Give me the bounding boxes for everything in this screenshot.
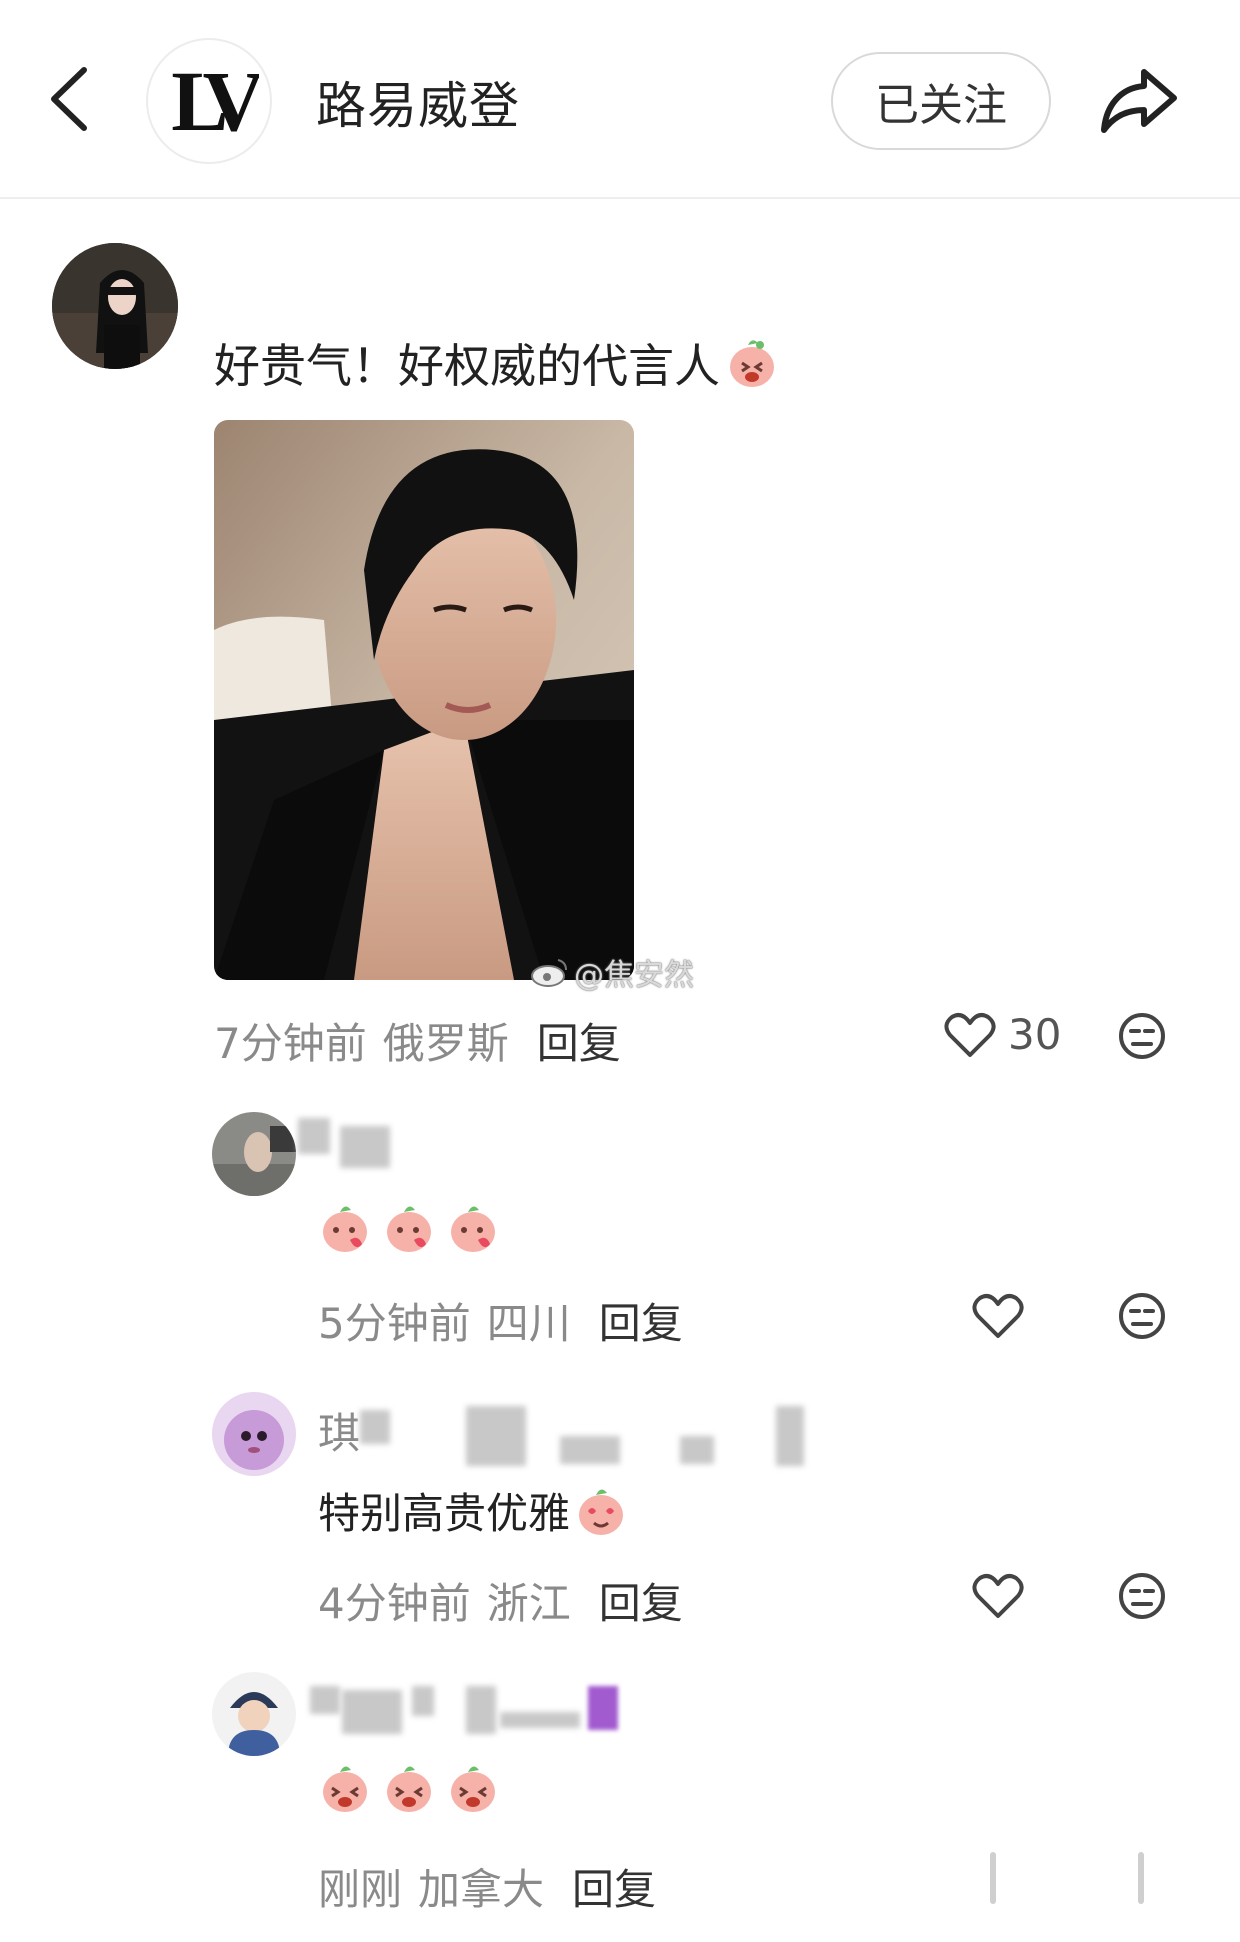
reply-meta: 5分钟前 四川 回复: [318, 1290, 683, 1351]
chevron-left-icon: [51, 67, 87, 131]
reply-time: 5分钟前: [318, 1299, 471, 1348]
dislike-button-partial[interactable]: [1138, 1852, 1144, 1904]
username-blurred: [560, 1436, 620, 1464]
reply-meta: 刚刚 加拿大 回复: [318, 1856, 656, 1917]
comment-location: 俄罗斯: [382, 1019, 509, 1068]
reply-avatar-photo: [212, 1392, 296, 1476]
commenter-photo: [52, 243, 178, 369]
reply-button[interactable]: 回复: [599, 1290, 683, 1351]
dislike-button[interactable]: [1118, 1572, 1166, 1624]
reply-location: 四川: [486, 1299, 571, 1348]
reply-avatar[interactable]: [212, 1112, 296, 1196]
like-count: 30: [1008, 1010, 1062, 1059]
dislike-button[interactable]: [1118, 1012, 1166, 1064]
image-watermark: @焦安然: [530, 950, 694, 994]
peach-blush-emoji-icon: [387, 1206, 431, 1252]
username-blurred: [342, 1690, 402, 1734]
comment-text: 好贵气！好权威的代言人: [214, 330, 780, 396]
reply-time: 4分钟前: [318, 1579, 471, 1628]
reply-text: 特别高贵优雅: [318, 1480, 628, 1541]
reply-username: 琪: [318, 1409, 361, 1458]
username-blurred: [500, 1712, 580, 1728]
emoji-reply: [318, 1760, 500, 1816]
reply-avatar[interactable]: [212, 1392, 296, 1476]
username-blurred: [340, 1126, 390, 1168]
like-button[interactable]: [972, 1292, 1024, 1344]
username-blurred: [776, 1406, 804, 1466]
brand-avatar[interactable]: LV: [146, 38, 272, 164]
comment-time: 7分钟前: [214, 1019, 367, 1068]
watermark-text: @焦安然: [574, 958, 694, 993]
weibo-icon: [531, 959, 567, 987]
peach-heart-eyes-emoji-icon: [579, 1488, 624, 1535]
username-badge-blurred: [588, 1686, 618, 1730]
username-blurred: [680, 1436, 714, 1464]
heart-icon: [972, 1574, 1024, 1618]
username-blurred: [360, 1410, 390, 1444]
follow-button[interactable]: 已关注: [831, 52, 1051, 150]
back-button[interactable]: [40, 64, 100, 134]
share-button[interactable]: [1098, 64, 1180, 136]
username-blurred: [298, 1118, 330, 1154]
reply-avatar[interactable]: [212, 1672, 296, 1756]
heart-icon: [944, 1012, 996, 1057]
reply-meta: 4分钟前 浙江 回复: [318, 1570, 683, 1631]
meh-face-icon: [1119, 1013, 1165, 1059]
commenter-avatar[interactable]: [52, 243, 178, 369]
username-blurred: [310, 1686, 340, 1714]
portrait-photo: [214, 420, 634, 980]
meh-face-icon: [1119, 1573, 1165, 1619]
logo-lettering: LV: [171, 56, 259, 146]
peach-squint-emoji-icon: [451, 1766, 495, 1812]
lv-logo-icon: LV: [171, 56, 259, 146]
peach-squint-emoji-icon: [323, 1766, 367, 1812]
peach-blush-emoji-icon: [451, 1206, 495, 1252]
username-blurred: [412, 1686, 434, 1716]
heart-icon: [972, 1294, 1024, 1338]
reply-location: 加拿大: [418, 1865, 545, 1914]
reply-button[interactable]: 回复: [537, 1010, 621, 1071]
page-title: 路易威登: [316, 77, 520, 135]
peach-emoji-icon: [730, 340, 774, 387]
dislike-button[interactable]: [1118, 1292, 1166, 1344]
reply-time: 刚刚: [318, 1865, 403, 1914]
reply-avatar-photo: [212, 1112, 296, 1196]
username-blurred: [466, 1686, 496, 1734]
peach-squint-emoji-icon: [387, 1766, 431, 1812]
emoji-reply: [318, 1200, 500, 1256]
meh-face-icon: [1119, 1293, 1165, 1339]
peach-blush-emoji-icon: [323, 1206, 367, 1252]
comment-image[interactable]: [214, 420, 634, 980]
reply-location: 浙江: [486, 1579, 571, 1628]
like-button[interactable]: 30: [944, 1010, 1061, 1059]
comment-body: 好贵气！好权威的代言人: [214, 339, 720, 393]
username-blurred: [466, 1406, 526, 1466]
reply-button[interactable]: 回复: [599, 1570, 683, 1631]
share-arrow-icon: [1101, 69, 1177, 133]
top-bar: LV 路易威登 已关注: [0, 0, 1240, 199]
reply-button[interactable]: 回复: [572, 1856, 656, 1917]
comment-meta: 7分钟前 俄罗斯 回复: [214, 1010, 621, 1071]
like-button[interactable]: [972, 1572, 1024, 1624]
like-button-partial[interactable]: [990, 1852, 996, 1904]
reply-body: 特别高贵优雅: [318, 1489, 571, 1538]
reply-avatar-photo: [212, 1672, 296, 1756]
